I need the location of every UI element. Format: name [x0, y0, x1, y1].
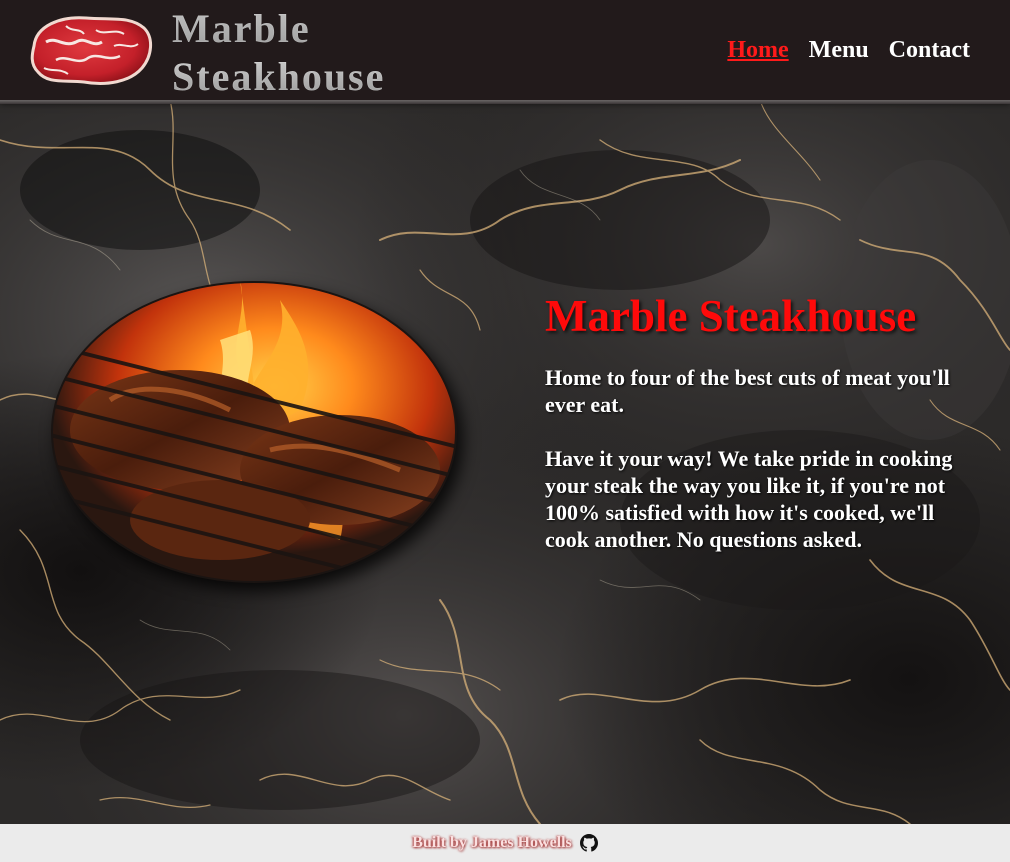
hero-section: Marble Steakhouse Home to four of the be… [0, 100, 1010, 824]
raw-steak-logo[interactable] [26, 12, 154, 88]
nav-home-link[interactable]: Home [727, 36, 788, 64]
brand-line-1: Marble [172, 6, 311, 51]
nav-menu-link[interactable]: Menu [809, 36, 869, 64]
brand-line-2: Steakhouse [172, 54, 386, 99]
grilling-steaks-image [51, 281, 457, 583]
github-icon[interactable] [579, 834, 598, 852]
site-footer: Built by James Howells [0, 824, 1010, 862]
brand-title[interactable]: Marble Steakhouse [172, 5, 385, 101]
main-nav: Home Menu Contact [727, 36, 970, 64]
nav-contact-link[interactable]: Contact [889, 36, 970, 64]
hero-paragraph-2: Have it your way! We take pride in cooki… [545, 446, 953, 552]
hero-paragraph-1: Home to four of the best cuts of meat yo… [545, 365, 950, 417]
site-header: Marble Steakhouse Home Menu Contact [0, 0, 1010, 104]
hero-title: Marble Steakhouse [545, 291, 917, 341]
footer-credit[interactable]: Built by James Howells [412, 834, 572, 852]
hero-text-block: Marble Steakhouse Home to four of the be… [545, 290, 965, 553]
